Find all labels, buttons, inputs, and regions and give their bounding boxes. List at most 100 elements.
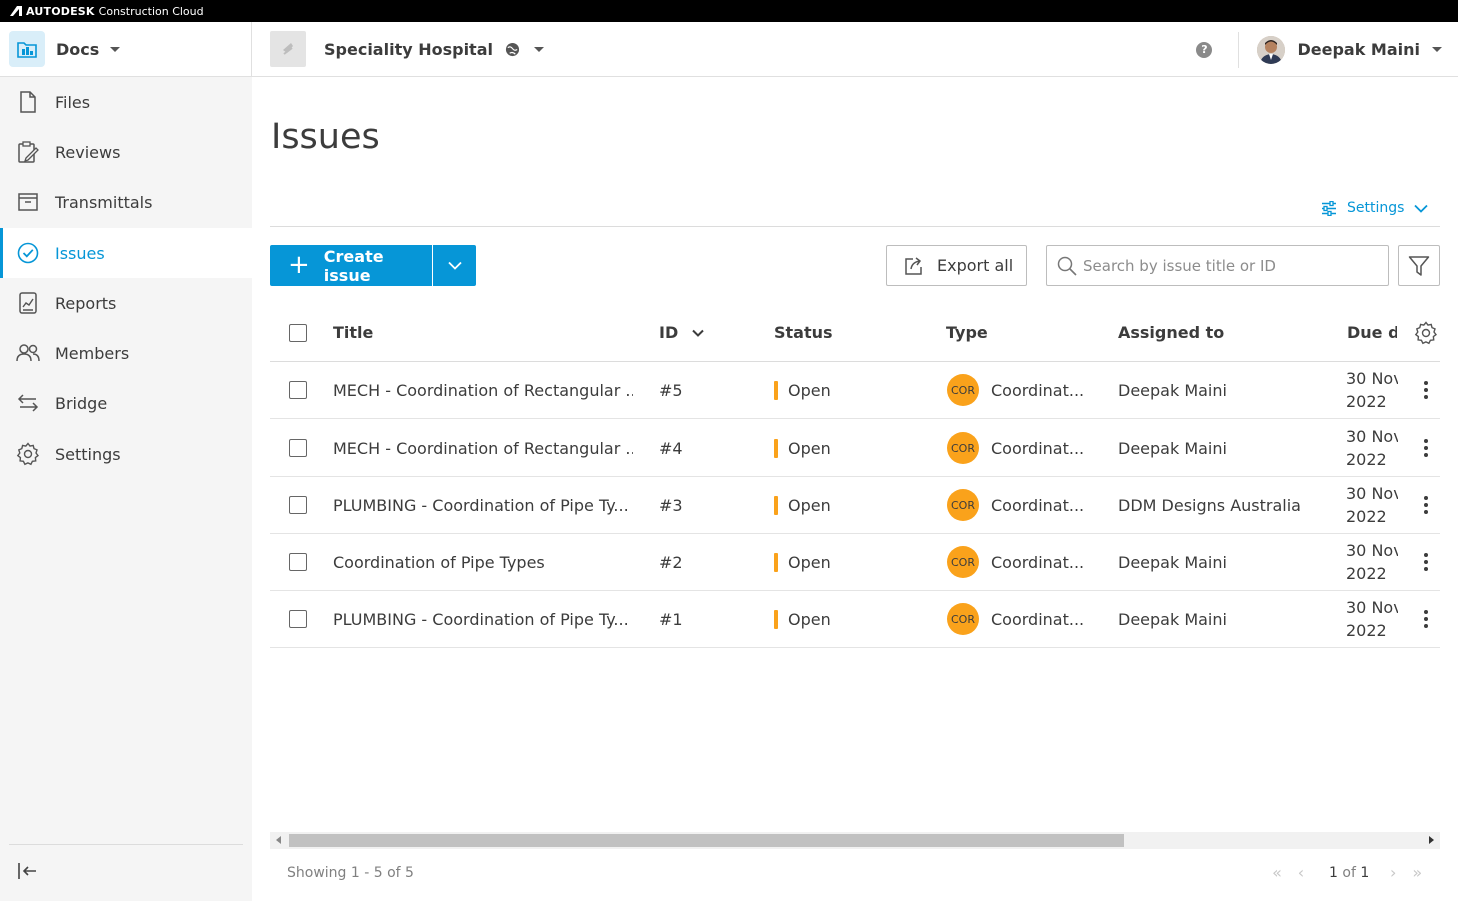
column-header-title[interactable]: Title xyxy=(333,304,373,361)
issue-status: Open xyxy=(774,534,831,590)
column-header-id[interactable]: ID xyxy=(659,304,704,361)
due-date-line2: 2022 xyxy=(1346,450,1387,469)
results-count: Showing 1 - 5 of 5 xyxy=(287,865,414,881)
issue-type: COR Coordinat... xyxy=(947,534,1084,590)
chevron-down-icon xyxy=(447,261,462,270)
sidebar: Files Reviews Transmittals Issues Report… xyxy=(0,77,252,901)
status-label: Open xyxy=(788,438,831,458)
horizontal-scrollbar[interactable] xyxy=(270,832,1440,849)
status-label: Open xyxy=(788,609,831,629)
main-content: Issues Settings + Create issue Export al… xyxy=(252,77,1458,901)
gear-icon[interactable] xyxy=(1414,320,1438,345)
sidebar-item-label: Issues xyxy=(55,243,105,263)
issue-due-date: 30 Nov 2022 xyxy=(1346,362,1398,418)
divider xyxy=(1238,31,1240,68)
avatar[interactable] xyxy=(1257,35,1286,64)
table-row[interactable]: Coordination of Pipe Types #2 Open COR Co… xyxy=(270,534,1440,591)
row-checkbox[interactable] xyxy=(289,496,307,514)
row-more-icon[interactable] xyxy=(1416,534,1436,590)
sidebar-item-label: Transmittals xyxy=(55,192,153,212)
sidebar-item-label: Settings xyxy=(55,444,121,464)
module-switcher[interactable]: Docs xyxy=(0,21,252,77)
column-header-status[interactable]: Status xyxy=(774,304,833,361)
filter-button[interactable] xyxy=(1398,245,1440,286)
sidebar-item-bridge[interactable]: Bridge xyxy=(0,378,252,428)
column-header-type[interactable]: Type xyxy=(946,304,988,361)
collapse-sidebar-icon[interactable] xyxy=(16,861,40,881)
row-more-icon[interactable] xyxy=(1416,477,1436,533)
chevron-down-icon xyxy=(533,46,544,52)
filter-icon xyxy=(1408,255,1430,276)
first-page-icon[interactable]: « xyxy=(1265,863,1289,882)
brand-bar: AUTODESK Construction Cloud xyxy=(0,0,1458,22)
row-checkbox[interactable] xyxy=(289,610,307,628)
previous-page-icon[interactable]: ‹ xyxy=(1289,863,1313,882)
issue-id: #1 xyxy=(659,609,683,629)
issue-status: Open xyxy=(774,477,831,533)
issue-id: #4 xyxy=(659,438,683,458)
due-date-line1: 30 Nov xyxy=(1346,598,1398,617)
row-checkbox[interactable] xyxy=(289,553,307,571)
sidebar-item-reviews[interactable]: Reviews xyxy=(0,127,252,177)
due-date-line1: 30 Nov xyxy=(1346,541,1398,560)
chevron-down-icon[interactable] xyxy=(1432,47,1442,52)
page-of-label: of xyxy=(1342,864,1356,881)
issue-due-date: 30 Nov 2022 xyxy=(1346,534,1398,590)
settings-label: Settings xyxy=(1347,200,1405,216)
row-select-cell xyxy=(289,477,307,533)
issue-title[interactable]: PLUMBING - Coordination of Pipe Ty... xyxy=(333,477,633,533)
review-clipboard-icon xyxy=(16,140,40,164)
select-all-checkbox[interactable] xyxy=(289,323,307,342)
column-header-due[interactable]: Due da xyxy=(1347,304,1397,361)
user-name[interactable]: Deepak Maini xyxy=(1297,40,1420,59)
sidebar-item-issues[interactable]: Issues xyxy=(0,228,252,278)
sidebar-item-settings[interactable]: Settings xyxy=(0,429,252,479)
help-icon[interactable]: ? xyxy=(1196,41,1213,58)
row-more-icon[interactable] xyxy=(1416,591,1436,647)
settings-link[interactable]: Settings xyxy=(1321,200,1429,216)
scroll-left-icon[interactable] xyxy=(276,836,281,844)
gear-icon xyxy=(16,442,40,466)
create-issue-button[interactable]: + Create issue xyxy=(270,245,432,286)
project-name: Speciality Hospital xyxy=(324,39,493,59)
table-row[interactable]: MECH - Coordination of Rectangular ... #… xyxy=(270,362,1440,419)
issue-title[interactable]: MECH - Coordination of Rectangular ... xyxy=(333,420,633,476)
issue-title[interactable]: Coordination of Pipe Types xyxy=(333,534,633,590)
issue-due-date: 30 Nov 2022 xyxy=(1346,591,1398,647)
due-date-line1: 30 Nov xyxy=(1346,427,1398,446)
row-checkbox[interactable] xyxy=(289,439,307,457)
table-row[interactable]: PLUMBING - Coordination of Pipe Ty... #3… xyxy=(270,477,1440,534)
export-all-label: Export all xyxy=(937,256,1014,275)
export-all-button[interactable]: Export all xyxy=(886,245,1027,286)
next-page-icon[interactable]: › xyxy=(1381,863,1405,882)
table-row[interactable]: PLUMBING - Coordination of Pipe Ty... #1… xyxy=(270,591,1440,648)
table-header: Title ID Status Type Assigned to Due da xyxy=(270,304,1440,362)
total-pages: 1 xyxy=(1360,864,1370,881)
row-more-icon[interactable] xyxy=(1416,362,1436,418)
table-row[interactable]: MECH - Coordination of Rectangular ... #… xyxy=(270,420,1440,477)
row-more-icon[interactable] xyxy=(1416,420,1436,476)
create-issue-dropdown-button[interactable] xyxy=(433,245,476,286)
search-box[interactable] xyxy=(1046,245,1389,286)
sidebar-item-reports[interactable]: Reports xyxy=(0,278,252,328)
search-input[interactable] xyxy=(1083,256,1383,275)
issue-title[interactable]: PLUMBING - Coordination of Pipe Ty... xyxy=(333,591,633,647)
last-page-icon[interactable]: » xyxy=(1405,863,1429,882)
sidebar-item-members[interactable]: Members xyxy=(0,328,252,378)
sliders-icon xyxy=(1322,200,1336,216)
chevron-down-icon xyxy=(110,46,121,52)
type-badge: COR xyxy=(947,432,979,464)
project-thumbnail xyxy=(270,31,306,67)
globe-icon xyxy=(505,42,520,56)
sidebar-item-transmittals[interactable]: Transmittals xyxy=(0,177,252,227)
status-indicator xyxy=(774,380,778,400)
project-switcher[interactable]: Speciality Hospital xyxy=(252,31,544,67)
column-header-assigned[interactable]: Assigned to xyxy=(1118,304,1224,361)
scroll-right-icon[interactable] xyxy=(1429,836,1434,844)
row-checkbox[interactable] xyxy=(289,381,307,399)
scrollbar-thumb[interactable] xyxy=(289,834,1124,847)
due-date-line1: 30 Nov xyxy=(1346,484,1398,503)
sidebar-item-files[interactable]: Files xyxy=(0,77,252,127)
current-page: 1 xyxy=(1329,864,1338,881)
issue-title[interactable]: MECH - Coordination of Rectangular ... xyxy=(333,362,633,418)
